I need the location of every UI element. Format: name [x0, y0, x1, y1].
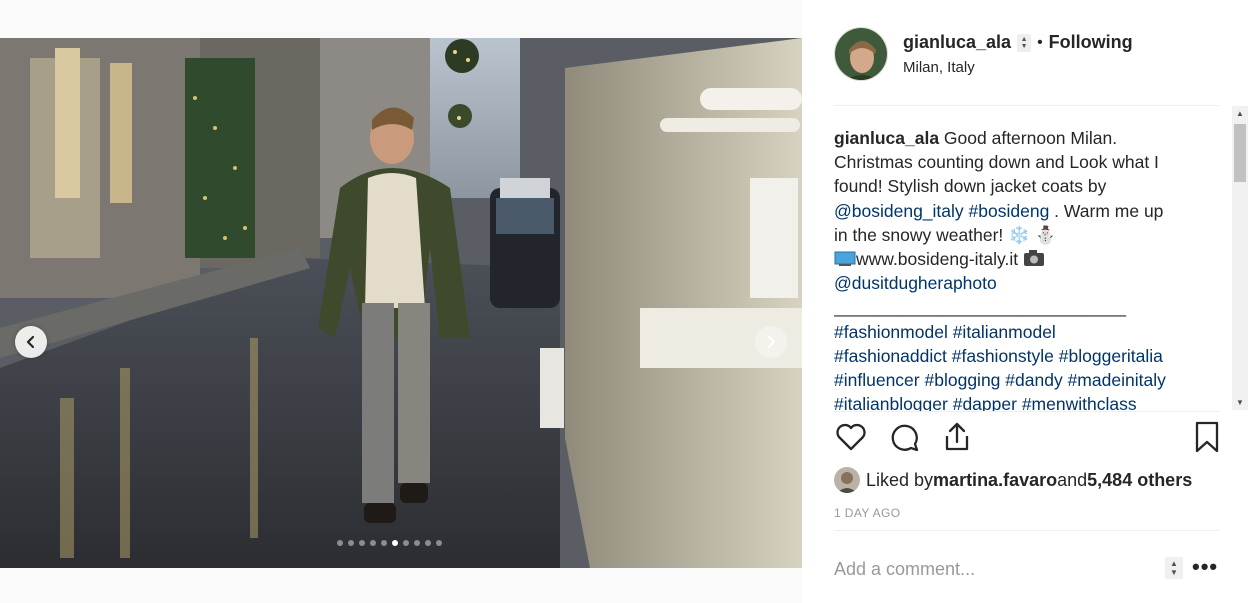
heart-icon: [836, 423, 866, 451]
scrollbar-thumb[interactable]: [1234, 124, 1246, 182]
liker-avatar[interactable]: [834, 467, 860, 493]
mention-link[interactable]: @dusitdugheraphoto: [834, 273, 997, 293]
comment-divider: [834, 530, 1220, 531]
share-button[interactable]: [940, 420, 974, 459]
computer-icon: [834, 251, 856, 267]
caption-text: Good afternoon Milan.: [939, 128, 1118, 148]
carousel-dot: [381, 540, 387, 546]
likes-summary: Liked by martina.favaro and 5,484 others: [834, 467, 1192, 493]
instagram-post-view: gianluca_ala ▲ ▼ • Following Milan, Italy…: [0, 0, 1248, 603]
carousel-dot: [370, 540, 376, 546]
bullet-separator: •: [1037, 33, 1043, 51]
save-button[interactable]: [1190, 420, 1224, 459]
carousel-dot: [348, 540, 354, 546]
caption-line-2: Christmas counting down and Look what I: [834, 152, 1159, 173]
hashtag-link[interactable]: #fashionaddict: [834, 346, 947, 366]
carousel-dot: [403, 540, 409, 546]
post-username-link[interactable]: gianluca_ala: [903, 32, 1011, 53]
hashtag-link[interactable]: #dapper: [953, 394, 1017, 412]
caption-scrollbar[interactable]: ▲ ▼: [1232, 106, 1248, 410]
post-header-line: gianluca_ala ▲ ▼ • Following: [903, 32, 1133, 53]
carousel-dot: [436, 540, 442, 546]
carousel-indicator: [337, 540, 442, 546]
like-button[interactable]: [834, 420, 868, 459]
scroll-up-icon[interactable]: ▲: [1236, 109, 1244, 118]
post-caption: gianluca_ala Good afternoon Milan. Chris…: [834, 126, 1206, 412]
caption-line-5: in the snowy weather! ❄️ ⛄: [834, 224, 1057, 245]
carousel-next-button[interactable]: [755, 326, 787, 358]
carousel-dot: [359, 540, 365, 546]
mention-link[interactable]: @bosideng_italy: [834, 201, 964, 221]
more-options-button[interactable]: •••: [1192, 556, 1218, 578]
avatar[interactable]: [834, 27, 888, 81]
comment-input[interactable]: [834, 556, 1188, 582]
bookmark-icon: [1195, 421, 1219, 453]
caption-line-4: @bosideng_italy #bosideng . Warm me up: [834, 199, 1206, 223]
caption-scroll-area[interactable]: gianluca_ala Good afternoon Milan. Chris…: [834, 106, 1234, 412]
caption-text: . Warm me up: [1049, 200, 1164, 221]
location-link[interactable]: Milan, Italy: [903, 59, 1133, 76]
caption-line-1: gianluca_ala Good afternoon Milan.: [834, 126, 1206, 150]
post-photo[interactable]: [0, 38, 802, 568]
hashtag-link[interactable]: #bosideng: [969, 201, 1050, 221]
carousel-prev-button[interactable]: [15, 326, 47, 358]
comment-icon: [891, 424, 919, 452]
post-timestamp[interactable]: 1 DAY AGO: [834, 506, 901, 520]
hashtag-block: #fashionmodel #italianmodel #fashionaddic…: [834, 320, 1206, 412]
post-side-panel: gianluca_ala ▲ ▼ • Following Milan, Italy…: [802, 0, 1248, 603]
hashtag-line: #italianblogger #dapper #menwithclass: [834, 392, 1206, 412]
hashtag-link[interactable]: #bloggeritalia: [1059, 346, 1163, 366]
hashtag-link[interactable]: #dandy: [1005, 370, 1062, 390]
hashtag-link[interactable]: #influencer: [834, 370, 920, 390]
sort-arrows-icon: ▲ ▼: [1017, 33, 1032, 52]
carousel-dot: [425, 540, 431, 546]
carousel-dot: [392, 540, 398, 546]
caption-divider: [834, 411, 1220, 412]
caption-username-link[interactable]: gianluca_ala: [834, 128, 939, 148]
comment-button[interactable]: [888, 420, 922, 459]
carousel-dot: [337, 540, 343, 546]
street-photo-image: [0, 38, 802, 568]
chevron-left-icon: [26, 335, 35, 349]
hashtag-line: #fashionaddict #fashionstyle #bloggerita…: [834, 344, 1206, 368]
comment-spinner-icon[interactable]: ▲ ▼: [1165, 557, 1183, 579]
caption-line-3: found! Stylish down jacket coats by: [834, 176, 1107, 197]
hashtag-link[interactable]: #italianmodel: [953, 322, 1056, 342]
hashtag-link[interactable]: #blogging: [925, 370, 1001, 390]
following-button[interactable]: Following: [1049, 32, 1133, 53]
share-icon: [945, 422, 969, 451]
caption-line-6: www.bosideng-italy.it: [834, 247, 1206, 271]
post-header: gianluca_ala ▲ ▼ • Following Milan, Italy: [834, 27, 1133, 81]
hashtag-link[interactable]: #fashionmodel: [834, 322, 948, 342]
hashtag-link[interactable]: #menwithclass: [1022, 394, 1137, 412]
camera-icon: [1023, 250, 1044, 267]
caption-line-7: @dusitdugheraphoto: [834, 271, 1206, 295]
profile-photo-icon: [835, 28, 887, 80]
post-header-text: gianluca_ala ▲ ▼ • Following Milan, Italy: [903, 32, 1133, 76]
hashtag-line: #fashionmodel #italianmodel: [834, 320, 1206, 344]
hashtag-link[interactable]: #fashionstyle: [952, 346, 1054, 366]
chevron-right-icon: [767, 335, 776, 349]
hashtag-link[interactable]: #madeinitaly: [1068, 370, 1166, 390]
liker-username-link[interactable]: martina.favaro: [933, 470, 1057, 491]
likes-count-link[interactable]: 5,484 others: [1087, 470, 1192, 491]
likes-middle: and: [1057, 469, 1088, 490]
website-text: www.bosideng-italy.it: [856, 249, 1019, 270]
scroll-down-icon[interactable]: ▼: [1236, 398, 1244, 407]
profile-photo-icon: [834, 467, 860, 493]
carousel-dot: [414, 540, 420, 546]
post-actions: [834, 420, 1224, 460]
likes-prefix: Liked by: [866, 469, 934, 490]
hashtag-link[interactable]: #italianblogger: [834, 394, 948, 412]
caption-separator: ______________________________: [834, 297, 1126, 318]
hashtag-line: #influencer #blogging #dandy #madeinital…: [834, 368, 1206, 392]
